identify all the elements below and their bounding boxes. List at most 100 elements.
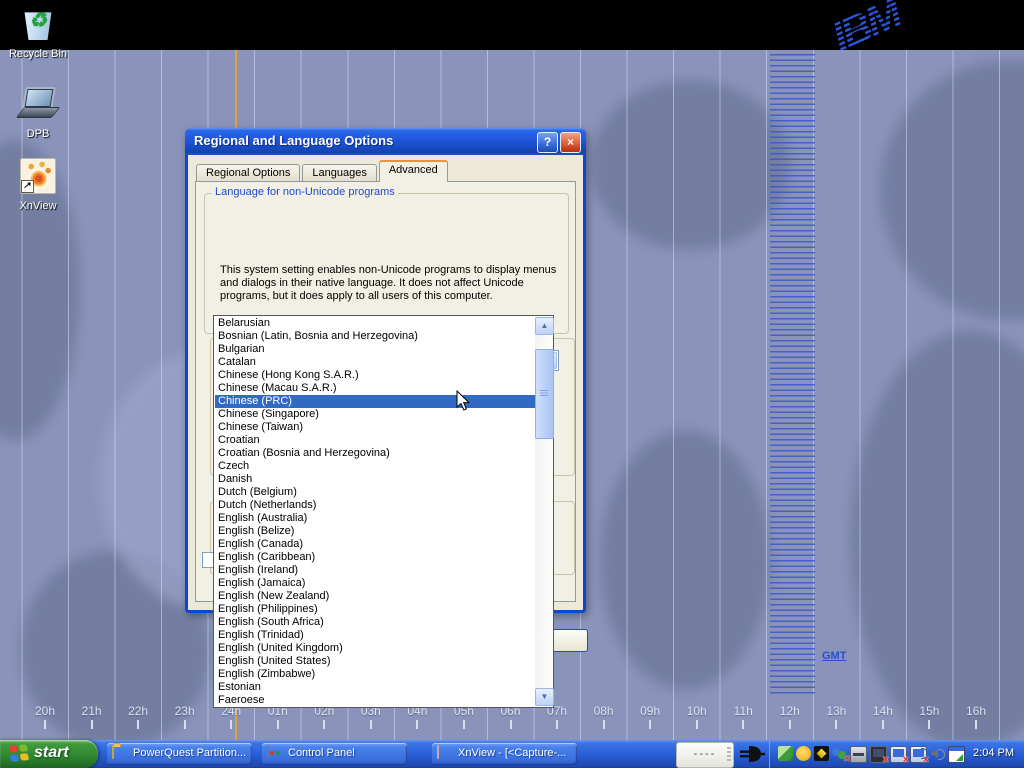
language-option[interactable]: English (Jamaica)	[215, 577, 536, 590]
disabled-cross-badge: ×	[923, 754, 929, 766]
taskbar-clock[interactable]: 2:04 PM	[973, 747, 1014, 759]
language-option[interactable]: Faeroese	[215, 694, 536, 707]
recycle-arrows-glyph: ♻	[20, 8, 56, 33]
print-queue-icon[interactable]	[850, 746, 867, 763]
timezone-tick	[556, 720, 558, 729]
language-option[interactable]: English (Belize)	[215, 525, 536, 538]
non-unicode-description: This system setting enables non-Unicode …	[220, 264, 565, 303]
language-option[interactable]: English (Caribbean)	[215, 551, 536, 564]
ac-power-plug-icon[interactable]	[739, 744, 765, 767]
timezone-tick	[789, 720, 791, 729]
offline-users-icon[interactable]: ×	[832, 746, 847, 761]
language-option[interactable]: Dutch (Belgium)	[215, 486, 536, 499]
timezone-label: 20h	[35, 704, 55, 718]
groupbox-title: Language for non-Unicode programs	[212, 186, 398, 198]
laptop-icon	[16, 86, 60, 122]
display-settings-icon[interactable]	[948, 746, 965, 763]
timezone-label: 23h	[175, 704, 195, 718]
language-options: BelarusianBosnian (Latin, Bosnia and Her…	[215, 317, 536, 707]
language-option[interactable]: English (Zimbabwe)	[215, 668, 536, 681]
laptop-screen	[22, 87, 55, 109]
list-scrollbar[interactable]: ▲ ▼	[535, 317, 552, 706]
timezone-label: 13h	[826, 704, 846, 718]
timezone-label: 15h	[919, 704, 939, 718]
taskbar-button-powerquest[interactable]: PowerQuest Partition...	[107, 743, 252, 765]
volume-icon[interactable]	[930, 746, 945, 761]
network-disconnected-icon[interactable]: ×	[890, 746, 907, 763]
timezone-label: 08h	[594, 704, 614, 718]
xnview-icon	[437, 745, 439, 759]
language-option[interactable]: Chinese (Hong Kong S.A.R.)	[215, 369, 536, 382]
close-button[interactable]: ×	[560, 132, 581, 153]
language-option[interactable]: English (Trinidad)	[215, 629, 536, 642]
language-option[interactable]: English (Ireland)	[215, 564, 536, 577]
tab-advanced[interactable]: Advanced	[379, 160, 448, 182]
language-option[interactable]: Bulgarian	[215, 343, 536, 356]
language-option[interactable]: Chinese (Singapore)	[215, 408, 536, 421]
language-option[interactable]: Croatian (Bosnia and Herzegovina)	[215, 447, 536, 460]
language-option[interactable]: Bosnian (Latin, Bosnia and Herzegovina)	[215, 330, 536, 343]
language-option[interactable]: English (New Zealand)	[215, 590, 536, 603]
ibm-logo-stripes	[825, 0, 948, 50]
language-dropdown-list: BelarusianBosnian (Latin, Bosnia and Her…	[213, 315, 554, 708]
timezone-tick	[975, 720, 977, 729]
ibm-logo: IBM	[825, 0, 948, 50]
audio-assistant-icon[interactable]	[796, 746, 811, 761]
language-option[interactable]: English (United Kingdom)	[215, 642, 536, 655]
taskbar-button-xnview[interactable]: XnView - [<Capture-...	[432, 743, 577, 765]
language-option[interactable]: Chinese (Macau S.A.R.)	[215, 382, 536, 395]
language-option[interactable]: Dutch (Netherlands)	[215, 499, 536, 512]
timezone-label: 10h	[687, 704, 707, 718]
power-meter-icon[interactable]	[814, 746, 829, 761]
timezone-tick	[44, 720, 46, 729]
mouse-cursor	[456, 390, 470, 415]
desktop-icon-xnview[interactable]: XnView	[0, 158, 76, 212]
language-option[interactable]: Croatian	[215, 434, 536, 447]
language-option[interactable]: English (Philippines)	[215, 603, 536, 616]
battery-meter-deskband[interactable]: ----	[676, 742, 734, 768]
language-option[interactable]: Czech	[215, 460, 536, 473]
start-button[interactable]: start	[0, 740, 98, 768]
dialog-titlebar[interactable]: Regional and Language Options ? ×	[185, 128, 586, 155]
display-adapter-icon[interactable]: ×	[870, 746, 887, 763]
timezone-tick	[277, 720, 279, 729]
language-option[interactable]: Belarusian	[215, 317, 536, 330]
scrollbar-thumb[interactable]	[535, 349, 554, 439]
scroll-down-button[interactable]: ▼	[535, 688, 554, 706]
timezone-tick	[370, 720, 372, 729]
icon-label: XnView	[0, 200, 76, 212]
folder-icon	[112, 745, 114, 759]
timezone-label: 16h	[966, 704, 986, 718]
cpu-speedstep-icon[interactable]	[778, 746, 793, 761]
language-option[interactable]: English (Canada)	[215, 538, 536, 551]
desktop-screen: IBM GMT 20h21h22h23h24h01h02h03h04h05h06…	[0, 0, 1024, 768]
dialog-tabs: Regional OptionsLanguagesAdvanced	[196, 162, 450, 182]
language-option[interactable]: Chinese (PRC)	[215, 395, 536, 408]
language-option[interactable]: Catalan	[215, 356, 536, 369]
wireless-disconnected-icon[interactable]: ×	[910, 746, 927, 763]
language-option[interactable]: Danish	[215, 473, 536, 486]
language-option[interactable]: Estonian	[215, 681, 536, 694]
icon-label: Recycle Bin	[0, 48, 76, 60]
timezone-tick	[649, 720, 651, 729]
tab-languages[interactable]: Languages	[302, 164, 376, 182]
help-button[interactable]: ?	[537, 132, 558, 153]
shortcut-arrow-icon	[21, 180, 34, 193]
timezone-label: 11h	[734, 704, 753, 718]
language-option[interactable]: English (United States)	[215, 655, 536, 668]
dialog-title: Regional and Language Options	[194, 133, 393, 148]
disabled-cross-badge: ×	[883, 754, 889, 766]
task-button-label: XnView - [<Capture-...	[458, 747, 573, 759]
language-option[interactable]: Chinese (Taiwan)	[215, 421, 536, 434]
system-tray: ×××× 2:04 PM	[769, 740, 1024, 768]
tab-regional-options[interactable]: Regional Options	[196, 164, 300, 182]
desktop-icon-dpb[interactable]: DPB	[0, 86, 76, 140]
taskbar-button-control-panel[interactable]: Control Panel	[262, 743, 407, 765]
scroll-up-button[interactable]: ▲	[535, 317, 554, 335]
timezone-tick	[184, 720, 186, 729]
xnview-icon	[20, 158, 56, 194]
language-option[interactable]: English (South Africa)	[215, 616, 536, 629]
laptop-base	[16, 107, 61, 118]
desktop-icon-recycle-bin[interactable]: ♻ Recycle Bin	[0, 6, 76, 60]
language-option[interactable]: English (Australia)	[215, 512, 536, 525]
